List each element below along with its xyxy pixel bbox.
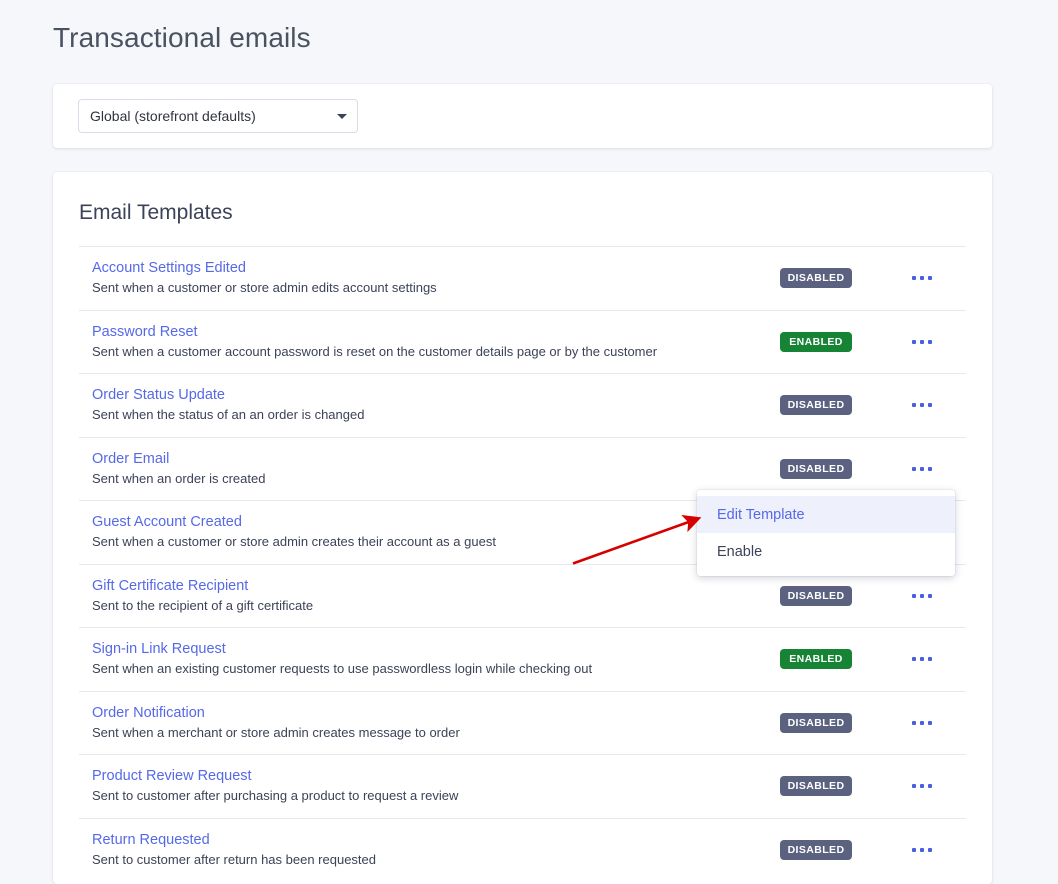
- context-menu-item[interactable]: Enable: [697, 533, 955, 570]
- storefront-selector-card: Global (storefront defaults): [53, 84, 992, 148]
- status-badge: ENABLED: [780, 331, 852, 352]
- status-badge: ENABLED: [780, 649, 852, 670]
- table-row: Sign-in Link Request Sent when an existin…: [79, 627, 966, 691]
- table-row: Password Reset Sent when a customer accou…: [79, 309, 966, 374]
- ellipsis-horizontal-icon[interactable]: [905, 330, 939, 354]
- template-description: Sent when a merchant or store admin crea…: [92, 724, 460, 740]
- template-name-link[interactable]: Product Review Request: [92, 767, 252, 786]
- ellipsis-horizontal-icon[interactable]: [905, 393, 939, 417]
- template-name-link[interactable]: Password Reset: [92, 323, 198, 342]
- template-description: Sent when an order is created: [92, 470, 266, 486]
- status-badge: DISABLED: [780, 712, 852, 733]
- status-badge: DISABLED: [780, 395, 852, 416]
- row-text: Guest Account Created Sent when a custome…: [92, 513, 780, 551]
- row-text: Gift Certificate Recipient Sent to the re…: [92, 577, 780, 615]
- template-name-link[interactable]: Order Status Update: [92, 386, 225, 405]
- template-description: Sent when a customer account password is…: [92, 343, 658, 359]
- table-row: Product Review Request Sent to customer a…: [79, 754, 966, 818]
- template-name-link[interactable]: Sign-in Link Request: [92, 640, 226, 659]
- template-description: Sent to customer after return has been r…: [92, 851, 377, 867]
- ellipsis-horizontal-icon[interactable]: [905, 457, 939, 481]
- status-badge: DISABLED: [780, 585, 852, 606]
- table-row: Return Requested Sent to customer after r…: [79, 817, 966, 882]
- ellipsis-horizontal-icon[interactable]: [905, 266, 939, 290]
- template-name-link[interactable]: Guest Account Created: [92, 513, 242, 532]
- row-text: Product Review Request Sent to customer a…: [92, 767, 780, 805]
- template-description: Sent to customer after purchasing a prod…: [92, 788, 459, 804]
- template-name-link[interactable]: Account Settings Edited: [92, 259, 246, 278]
- table-row: Order Notification Sent when a merchant o…: [79, 690, 966, 755]
- row-text: Order Notification Sent when a merchant o…: [92, 704, 780, 742]
- storefront-select[interactable]: Global (storefront defaults): [78, 99, 358, 133]
- row-context-menu[interactable]: Edit Template Enable: [697, 490, 955, 576]
- status-badge: DISABLED: [780, 458, 852, 479]
- context-menu-item[interactable]: Edit Template: [697, 496, 955, 533]
- ellipsis-horizontal-icon[interactable]: [905, 774, 939, 798]
- ellipsis-horizontal-icon[interactable]: [905, 838, 939, 862]
- page-title: Transactional emails: [53, 22, 311, 53]
- ellipsis-horizontal-icon[interactable]: [905, 647, 939, 671]
- row-text: Sign-in Link Request Sent when an existin…: [92, 640, 780, 678]
- status-badge: DISABLED: [780, 268, 852, 289]
- template-name-link[interactable]: Gift Certificate Recipient: [92, 577, 248, 596]
- template-description: Sent when the status of an an order is c…: [92, 407, 365, 423]
- template-name-link[interactable]: Return Requested: [92, 831, 210, 850]
- table-row: Account Settings Edited Sent when a custo…: [79, 246, 966, 310]
- template-description: Sent when a customer or store admin edit…: [92, 280, 437, 296]
- status-badge: DISABLED: [780, 839, 852, 860]
- row-text: Return Requested Sent to customer after r…: [92, 831, 780, 869]
- storefront-select-value: Global (storefront defaults): [90, 108, 256, 124]
- row-text: Order Email Sent when an order is created: [92, 450, 780, 488]
- row-text: Password Reset Sent when a customer accou…: [92, 323, 780, 361]
- template-name-link[interactable]: Order Notification: [92, 704, 205, 723]
- template-description: Sent when a customer or store admin crea…: [92, 534, 496, 550]
- chevron-down-icon: [337, 113, 347, 119]
- table-row: Order Status Update Sent when the status …: [79, 373, 966, 437]
- ellipsis-horizontal-icon[interactable]: [905, 711, 939, 735]
- row-text: Account Settings Edited Sent when a custo…: [92, 259, 780, 297]
- template-description: Sent to the recipient of a gift certific…: [92, 597, 314, 613]
- template-name-link[interactable]: Order Email: [92, 450, 169, 469]
- storefront-select-wrapper: Global (storefront defaults): [78, 99, 358, 133]
- template-description: Sent when an existing customer requests …: [92, 661, 593, 677]
- ellipsis-horizontal-icon[interactable]: [905, 584, 939, 608]
- row-text: Order Status Update Sent when the status …: [92, 386, 780, 424]
- status-badge: DISABLED: [780, 776, 852, 797]
- email-templates-heading: Email Templates: [79, 201, 233, 224]
